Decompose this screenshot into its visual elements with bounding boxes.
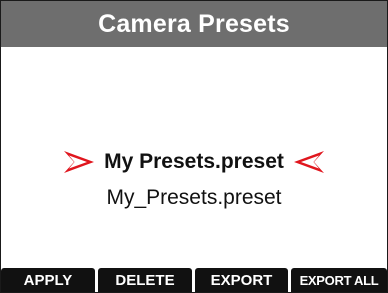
camera-presets-screen: Camera Presets My Presets.preset My_Pres… bbox=[0, 0, 388, 293]
delete-button[interactable]: DELETE bbox=[98, 268, 192, 292]
export-all-button[interactable]: EXPORT ALL bbox=[291, 268, 387, 292]
preset-list: My Presets.preset My_Presets.preset bbox=[1, 143, 387, 215]
softkey-bar: APPLY DELETE EXPORT EXPORT ALL bbox=[1, 268, 387, 292]
page-title: Camera Presets bbox=[98, 9, 290, 38]
preset-row[interactable]: My_Presets.preset bbox=[1, 181, 387, 215]
apply-button[interactable]: APPLY bbox=[1, 268, 95, 292]
title-bar: Camera Presets bbox=[1, 1, 387, 47]
preset-row-selected[interactable]: My Presets.preset bbox=[1, 143, 387, 181]
selected-preset-label: My Presets.preset bbox=[104, 150, 284, 173]
export-button[interactable]: EXPORT bbox=[195, 268, 288, 292]
selection-arrow-right-icon bbox=[62, 148, 96, 176]
selection-arrow-left-icon bbox=[292, 148, 326, 176]
preset-label: My_Presets.preset bbox=[106, 186, 282, 209]
